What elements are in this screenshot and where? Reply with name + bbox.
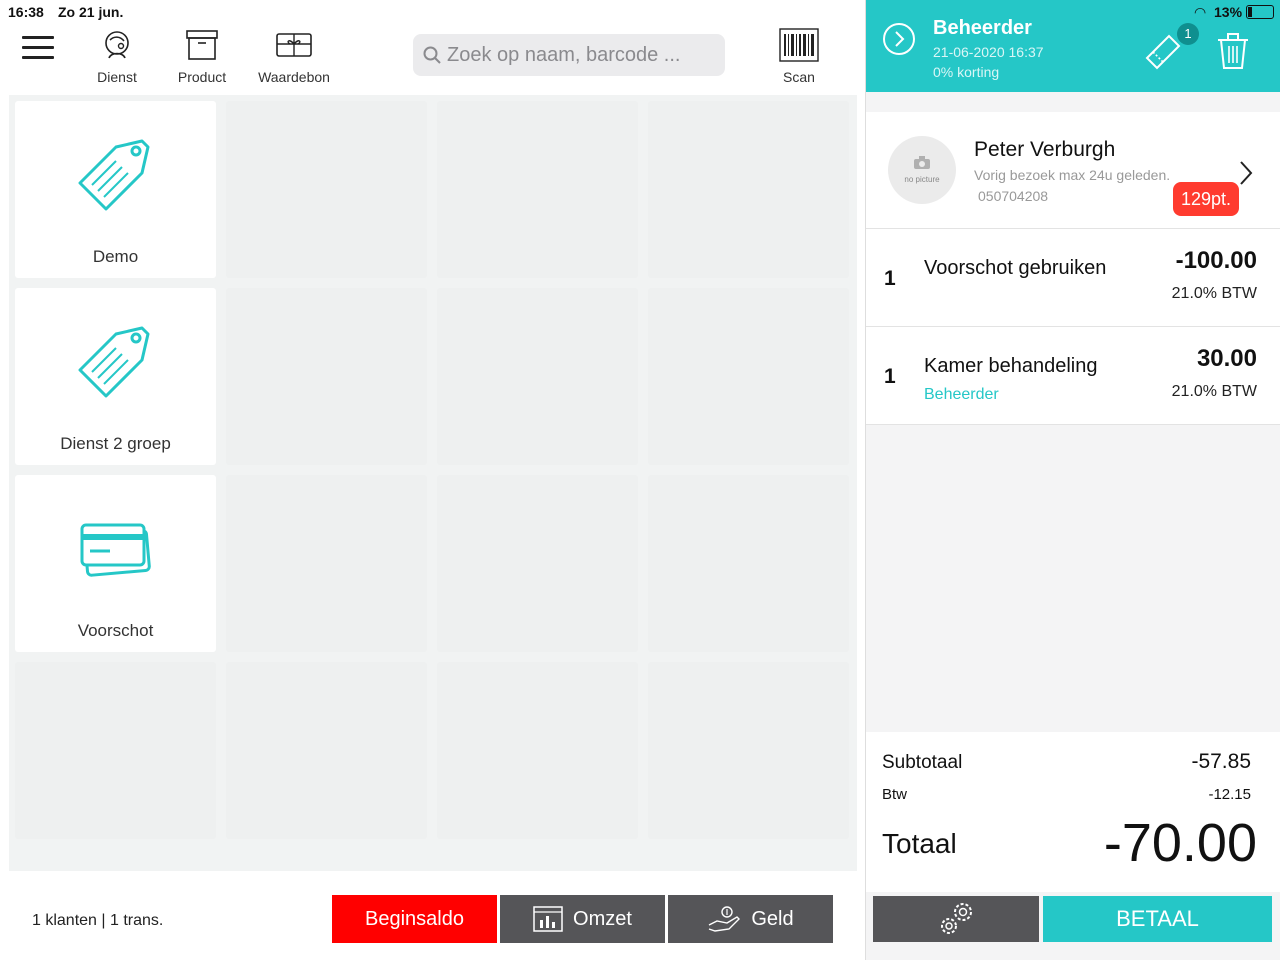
- customer-card[interactable]: no picture Peter Verburgh Vorig bezoek m…: [866, 112, 1280, 229]
- barcode-icon: [779, 28, 819, 62]
- tile-dienst-2-groep[interactable]: Dienst 2 groep: [15, 288, 216, 465]
- camera-icon: [914, 156, 930, 169]
- line-price: -100.00: [1175, 247, 1257, 274]
- tile-empty: [15, 662, 216, 839]
- tile-label: Dienst 2 groep: [60, 434, 171, 453]
- battery-percent: 13%: [1214, 4, 1243, 20]
- waardebon-button[interactable]: Waardebon: [255, 26, 333, 88]
- product-pane: 16:38 Zo 21 jun. Dienst Product Waardebo…: [0, 0, 865, 960]
- line-description: Kamer behandeling: [924, 355, 1098, 377]
- sale-datetime: 21-06-2020 16:37: [933, 44, 1044, 60]
- waardebon-label: Waardebon: [258, 69, 330, 85]
- btw-value: -12.15: [1208, 786, 1251, 803]
- omzet-button[interactable]: Omzet: [500, 895, 665, 943]
- subtotal-value: -57.85: [1191, 750, 1251, 773]
- tile-empty: [648, 662, 849, 839]
- tag-icon: [78, 139, 149, 211]
- dienst-label: Dienst: [97, 69, 137, 85]
- total-label: Totaal: [882, 828, 957, 859]
- line-quantity: 1: [884, 365, 896, 388]
- tile-voorschot[interactable]: Voorschot: [15, 475, 216, 652]
- credit-card-icon: [80, 523, 151, 577]
- tile-empty: [648, 101, 849, 278]
- hamburger-bar: [22, 36, 54, 39]
- gears-icon: [941, 903, 972, 934]
- wifi-icon: ◠: [1194, 4, 1207, 20]
- discount-text: 0% korting: [933, 64, 1000, 80]
- scan-label: Scan: [783, 69, 815, 85]
- battery-icon: [1246, 5, 1274, 19]
- employee-name: Beheerder: [933, 17, 1032, 39]
- revenue-chart-icon: [533, 906, 563, 932]
- line-quantity: 1: [884, 267, 896, 290]
- tile-empty: [226, 288, 427, 465]
- customer-name: Peter Verburgh: [974, 138, 1116, 161]
- pay-button[interactable]: BETAAL: [1043, 896, 1272, 942]
- line-vat: 21.0% BTW: [1171, 383, 1257, 400]
- subtotal-label: Subtotaal: [882, 752, 963, 773]
- line-staff: Beheerder: [924, 386, 999, 403]
- beginsaldo-label: Beginsaldo: [365, 907, 464, 930]
- tile-empty: [437, 475, 638, 652]
- tile-empty: [226, 475, 427, 652]
- customer-last-visit: Vorig bezoek max 24u geleden.: [974, 167, 1171, 183]
- stylist-icon: [105, 31, 129, 59]
- beginsaldo-button[interactable]: Beginsaldo: [332, 895, 497, 943]
- tile-empty: [226, 101, 427, 278]
- tile-empty: [437, 288, 638, 465]
- geld-button[interactable]: Geld: [668, 895, 833, 943]
- dienst-button[interactable]: Dienst: [87, 26, 147, 88]
- gift-voucher-icon: [276, 33, 312, 57]
- tile-empty: [648, 288, 849, 465]
- search-input[interactable]: [447, 34, 717, 76]
- avatar-placeholder-text: no picture: [904, 175, 940, 184]
- menu-button[interactable]: [22, 36, 54, 60]
- product-grid: Demo Dienst 2 groep Voorschot: [9, 95, 857, 871]
- line-description: Voorschot gebruiken: [924, 257, 1107, 279]
- tag-icon: [78, 326, 149, 398]
- tile-demo[interactable]: Demo: [15, 101, 216, 278]
- cart-line[interactable]: 1 Kamer behandeling Beheerder 30.00 21.0…: [866, 327, 1280, 425]
- settings-button[interactable]: [873, 896, 1039, 942]
- avatar: no picture: [888, 136, 956, 204]
- product-button[interactable]: Product: [172, 26, 232, 88]
- tile-empty: [648, 475, 849, 652]
- box-icon: [186, 30, 218, 60]
- trash-icon[interactable]: [1216, 32, 1250, 70]
- points-badge: 129pt.: [1173, 182, 1240, 216]
- scan-button[interactable]: Scan: [770, 26, 828, 88]
- session-summary: 1 klanten | 1 trans.: [32, 912, 164, 929]
- tile-label: Demo: [92, 247, 139, 266]
- tile-empty: [226, 662, 427, 839]
- search-icon: [423, 46, 441, 64]
- line-price: 30.00: [1196, 345, 1257, 372]
- chevron-right-circle-icon[interactable]: [882, 22, 916, 56]
- geld-label: Geld: [751, 907, 794, 930]
- total-value: -70.00: [1103, 813, 1257, 873]
- pay-label: BETAAL: [1116, 906, 1199, 931]
- product-label: Product: [177, 69, 227, 85]
- hamburger-bar: [22, 46, 54, 49]
- search-box[interactable]: [413, 34, 725, 76]
- cash-hand-icon: [707, 905, 741, 933]
- customer-phone: 050704208: [978, 188, 1049, 204]
- omzet-label: Omzet: [573, 907, 632, 930]
- status-time: 16:38: [8, 4, 44, 20]
- tile-empty: [437, 101, 638, 278]
- cart-line[interactable]: 1 Voorschot gebruiken -100.00 21.0% BTW: [866, 229, 1280, 327]
- tile-empty: [437, 662, 638, 839]
- status-date: Zo 21 jun.: [58, 4, 124, 20]
- totals-panel: Subtotaal -57.85 Btw -12.15 Totaal -70.0…: [866, 732, 1280, 892]
- cart-pane: Beheerder 21-06-2020 16:37 0% korting 1 …: [865, 0, 1280, 960]
- chevron-right-icon: [1240, 161, 1253, 185]
- tile-label: Voorschot: [77, 621, 154, 640]
- hamburger-bar: [22, 56, 54, 59]
- btw-label: Btw: [882, 786, 908, 803]
- line-vat: 21.0% BTW: [1171, 285, 1257, 302]
- ticket-count-badge: 1: [1177, 23, 1199, 45]
